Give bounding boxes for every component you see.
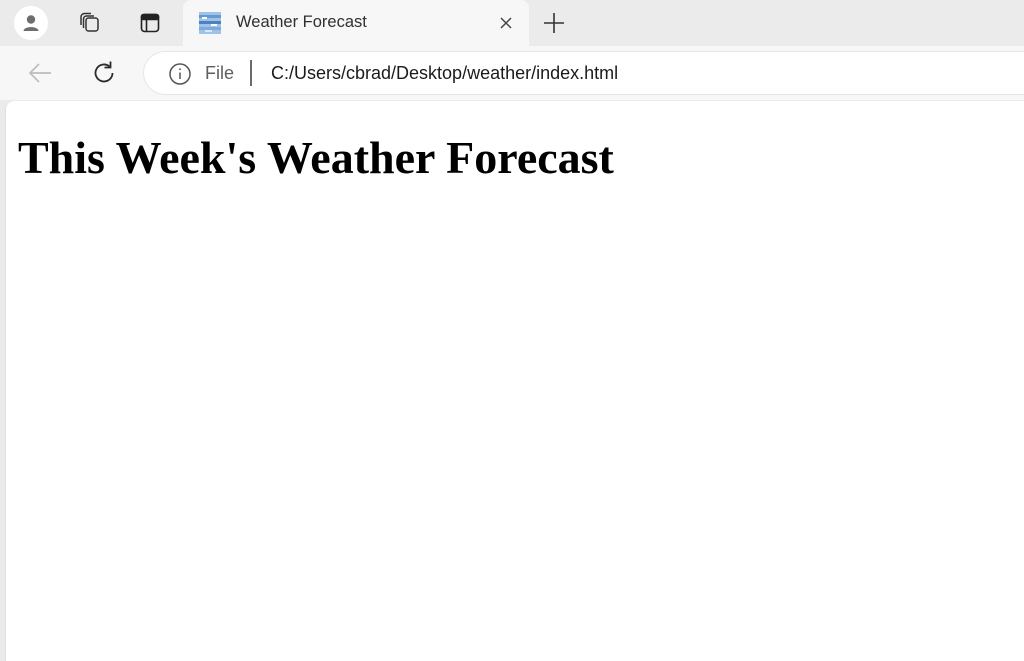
weather-favicon	[199, 12, 221, 34]
avatar	[14, 6, 48, 40]
close-icon	[500, 17, 512, 29]
url-text[interactable]: C:/Users/cbrad/Desktop/weather/index.htm…	[271, 63, 618, 84]
reload-icon	[94, 61, 114, 83]
person-icon	[23, 15, 39, 31]
address-bar[interactable]: File C:/Users/cbrad/Desktop/weather/inde…	[144, 52, 1024, 94]
browser-window: Weather Forecast File C:/Users/cbrad/Des…	[0, 0, 1024, 661]
toolbar: File C:/Users/cbrad/Desktop/weather/inde…	[0, 46, 1024, 100]
tab-weather-forecast[interactable]: Weather Forecast	[183, 0, 529, 46]
page-title: This Week's Weather Forecast	[18, 132, 614, 183]
workspaces-icon	[80, 12, 99, 32]
close-tab-button[interactable]	[495, 12, 517, 34]
reload-button[interactable]	[86, 55, 122, 91]
page-viewport: This Week's Weather Forecast	[6, 101, 1024, 661]
tab-strip: Weather Forecast	[0, 0, 1024, 46]
back-arrow-icon	[28, 63, 51, 83]
workspaces-button[interactable]	[71, 5, 107, 41]
vertical-tabs-icon	[140, 13, 160, 33]
vertical-tabs-button[interactable]	[132, 5, 168, 41]
scheme-label: File	[205, 63, 235, 83]
plus-icon	[544, 13, 564, 33]
profile-button[interactable]	[13, 5, 49, 41]
info-icon[interactable]	[168, 62, 192, 86]
tab-title: Weather Forecast	[236, 13, 367, 31]
url-separator	[250, 60, 252, 86]
back-button[interactable]	[22, 55, 58, 91]
new-tab-button[interactable]	[536, 5, 572, 41]
